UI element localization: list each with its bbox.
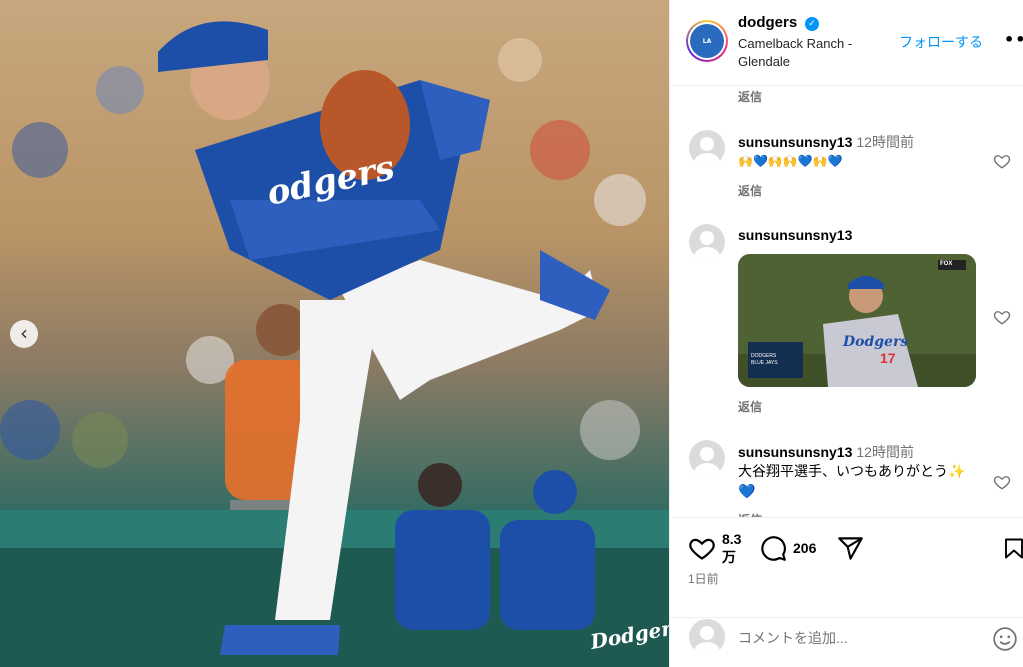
- commenter-avatar[interactable]: [689, 130, 725, 166]
- post-date[interactable]: 1日前: [688, 570, 719, 587]
- gif-jersey-number: 17: [880, 350, 896, 366]
- comment-time: 12時間前: [856, 134, 914, 150]
- emoji-icon[interactable]: [992, 626, 1018, 652]
- heart-icon[interactable]: [688, 534, 716, 562]
- heart-icon[interactable]: [993, 308, 1011, 326]
- photo-illustration: odgers: [0, 21, 669, 667]
- commenter-avatar[interactable]: [689, 224, 725, 260]
- post-header: LA dodgers ✓ Camelback Ranch - Glendale …: [670, 0, 1023, 86]
- gif-illustration: [738, 254, 976, 387]
- comment-time: 12時間前: [856, 444, 914, 460]
- comment-text: 🙌💙🙌🙌💙🙌💙: [738, 154, 843, 168]
- comment-username[interactable]: sunsunsunsny13 12時間前: [738, 132, 914, 152]
- gif-network-logo: FOX: [940, 261, 953, 267]
- comment-input[interactable]: コメントを追加...: [738, 628, 848, 648]
- comments-list[interactable]: 返信 sunsunsunsny13 12時間前 🙌💙🙌🙌💙🙌💙 返信 sunsun…: [670, 87, 1023, 517]
- follow-button[interactable]: フォローする: [899, 32, 983, 52]
- add-comment-bar: コメントを追加...: [670, 617, 1023, 667]
- share-icon[interactable]: [837, 535, 864, 562]
- account-avatar[interactable]: LA: [686, 20, 728, 62]
- reply-button[interactable]: 返信: [738, 182, 762, 199]
- gif-jersey-text: Dodgers: [843, 334, 909, 350]
- comment-icon[interactable]: [760, 535, 787, 562]
- heart-icon[interactable]: [993, 152, 1011, 170]
- post-photo[interactable]: odgers Dodgers ‹: [0, 0, 669, 667]
- current-user-avatar: [689, 619, 725, 655]
- comment-count: 206: [793, 540, 817, 556]
- post-side-panel: LA dodgers ✓ Camelback Ranch - Glendale …: [669, 0, 1023, 667]
- account-username[interactable]: dodgers: [738, 14, 797, 31]
- like-count[interactable]: 8.3万: [722, 530, 752, 566]
- gif-scoreboard: DODGERS BLUE JAYS: [751, 353, 778, 366]
- comment-username[interactable]: sunsunsunsny13: [738, 227, 852, 243]
- comment-text: 大谷翔平選手、いつもありがとう✨💙: [738, 463, 966, 499]
- post-actions: 8.3万 206 1日前: [670, 517, 1023, 617]
- commenter-avatar[interactable]: [689, 440, 725, 476]
- post-location[interactable]: Camelback Ranch - Glendale: [738, 35, 878, 71]
- heart-icon[interactable]: [993, 473, 1011, 491]
- reply-button[interactable]: 返信: [738, 88, 762, 105]
- comment-gif[interactable]: Dodgers 17 DODGERS BLUE JAYS FOX: [738, 254, 976, 387]
- reply-button[interactable]: 返信: [738, 398, 762, 415]
- more-options-icon[interactable]: •••: [1004, 30, 1023, 49]
- prev-arrow-icon[interactable]: ‹: [10, 320, 38, 348]
- verified-icon: ✓: [805, 17, 819, 31]
- comment-username[interactable]: sunsunsunsny13 12時間前: [738, 442, 914, 462]
- bookmark-icon[interactable]: [1002, 535, 1023, 562]
